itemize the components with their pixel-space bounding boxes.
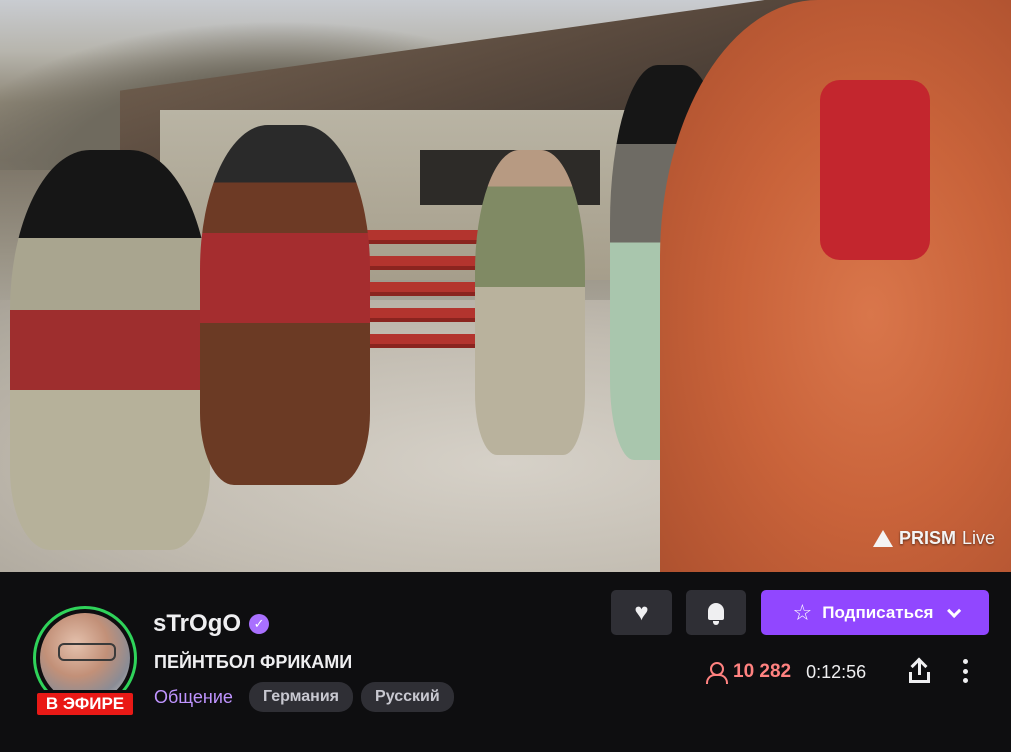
follow-button[interactable]: ♥ — [611, 590, 672, 635]
notifications-button[interactable] — [686, 590, 746, 635]
stream-title: ПЕЙНТБОЛ ФРИКАМИ — [154, 652, 353, 672]
category-link[interactable]: Общение — [154, 687, 233, 708]
prism-brand-suffix: Live — [961, 528, 995, 548]
bell-icon — [705, 601, 727, 625]
more-options-button[interactable] — [955, 656, 975, 686]
stream-tags: Общение Германия Русский — [154, 682, 454, 712]
kebab-dot-icon — [962, 668, 968, 674]
channel-header: sTrOgO ✓ — [153, 610, 270, 638]
person-brown-suit — [200, 125, 370, 485]
live-badge: В ЭФИРЕ — [34, 690, 136, 718]
verified-badge-icon: ✓ — [249, 614, 270, 634]
chevron-down-icon — [947, 603, 962, 618]
kebab-dot-icon — [962, 678, 968, 683]
stream-info-bar: В ЭФИРЕ sTrOgO ✓ ПЕЙНТБОЛ ФРИКАМИ Общени… — [0, 572, 1011, 752]
share-button[interactable] — [906, 657, 934, 686]
stream-page: PRISM Live В ЭФИРЕ sTrOgO ✓ ПЕЙНТБОЛ ФРИ… — [0, 0, 1011, 752]
person-left — [10, 150, 210, 550]
prism-brand: PRISM — [898, 528, 956, 548]
kebab-dot-icon — [962, 659, 968, 664]
channel-name[interactable]: sTrOgO — [153, 610, 241, 638]
share-tray — [909, 672, 930, 683]
person-camo-girl — [475, 150, 585, 455]
viewer-icon — [705, 661, 728, 684]
viewer-count: 10 282 — [733, 661, 792, 682]
star-icon: ☆ — [792, 599, 813, 625]
subscribe-label: Подписаться — [822, 602, 934, 622]
stream-stats: 10 282 0:12:56 — [705, 658, 866, 686]
prism-live-watermark: PRISM Live — [872, 528, 995, 549]
heart-icon: ♥ — [634, 598, 649, 626]
tag-germany[interactable]: Германия — [248, 682, 354, 712]
stream-uptime: 0:12:56 — [806, 661, 867, 682]
video-player[interactable]: PRISM Live — [0, 0, 1011, 572]
prism-logo-icon — [872, 530, 893, 547]
subscribe-button[interactable]: ☆ Подписаться — [761, 590, 989, 635]
tag-russian[interactable]: Русский — [361, 682, 454, 712]
red-vest-foreground — [820, 80, 930, 260]
